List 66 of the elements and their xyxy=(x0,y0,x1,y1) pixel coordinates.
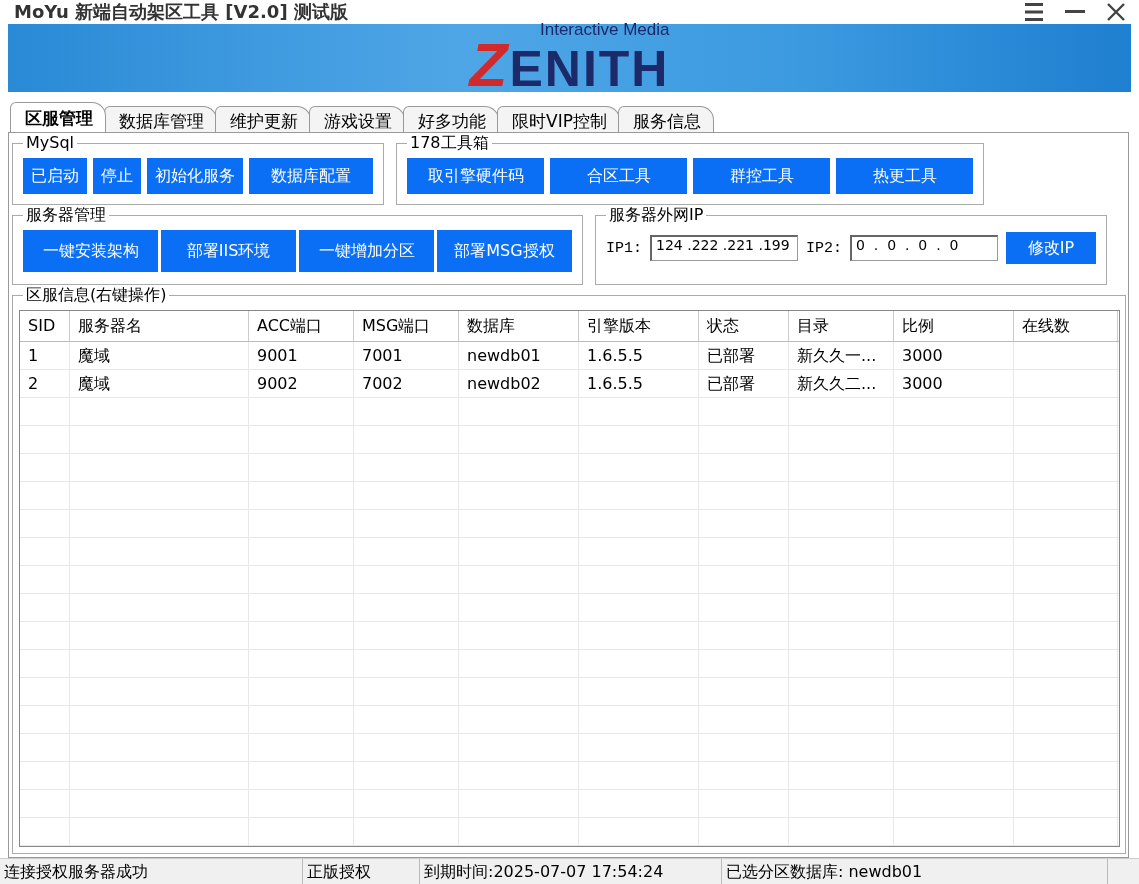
table-cell: 新久久一... xyxy=(789,342,894,369)
action-button[interactable]: 取引擎硬件码 xyxy=(407,158,544,194)
close-icon[interactable] xyxy=(1107,3,1125,21)
group-title: 服务器外网IP xyxy=(606,205,707,225)
group-title: 178工具箱 xyxy=(407,133,492,153)
action-button[interactable]: 已启动 xyxy=(23,158,87,194)
tab[interactable]: 维护更新 xyxy=(215,106,311,132)
table-cell: 魔域 xyxy=(70,370,249,397)
ip-label: IP1: xyxy=(606,239,642,257)
tab[interactable]: 限时VIP控制 xyxy=(497,106,620,132)
table-cell: newdb02 xyxy=(459,370,579,397)
column-header[interactable]: 数据库 xyxy=(459,311,579,341)
action-button[interactable]: 修改IP xyxy=(1006,232,1097,264)
action-button[interactable]: 合区工具 xyxy=(550,158,687,194)
menu-icon[interactable] xyxy=(1025,2,1043,22)
column-header[interactable]: 引擎版本 xyxy=(579,311,699,341)
ip-address-field[interactable]: 124 .222 .221 .199 xyxy=(650,235,798,261)
group-title: MySql xyxy=(23,133,78,153)
minimize-icon[interactable] xyxy=(1065,10,1085,14)
table-cell: 已部署 xyxy=(699,370,789,397)
table-cell: 1.6.5.5 xyxy=(579,370,699,397)
window-title: MoYu 新端自动架区工具 [V2.0] 测试版 xyxy=(14,0,349,24)
column-header[interactable]: MSG端口 xyxy=(354,311,459,341)
action-button[interactable]: 初始化服务 xyxy=(147,158,243,194)
table-cell: 7002 xyxy=(354,370,459,397)
group-title: 服务器管理 xyxy=(23,205,109,225)
column-header[interactable]: SID xyxy=(20,311,70,341)
table-cell: 2 xyxy=(20,370,70,397)
table-cell: 1.6.5.5 xyxy=(579,342,699,369)
table-cell: 新久久二... xyxy=(789,370,894,397)
table-cell: 魔域 xyxy=(70,342,249,369)
tab[interactable]: 数据库管理 xyxy=(104,106,217,132)
action-button[interactable]: 部署IIS环境 xyxy=(161,230,296,272)
column-header[interactable]: 状态 xyxy=(699,311,789,341)
status-text: 正版授权 xyxy=(303,859,420,884)
tab[interactable]: 区服管理 xyxy=(10,102,106,132)
action-button[interactable]: 群控工具 xyxy=(693,158,830,194)
action-button[interactable]: 一键安装架构 xyxy=(23,230,158,272)
group-title: 区服信息(右键操作) xyxy=(23,285,170,305)
table-cell: newdb01 xyxy=(459,342,579,369)
action-button[interactable]: 数据库配置 xyxy=(249,158,373,194)
status-text: 连接授权服务器成功 xyxy=(0,859,303,884)
action-button[interactable]: 部署MSG授权 xyxy=(437,230,572,272)
action-button[interactable]: 热更工具 xyxy=(836,158,973,194)
tab[interactable]: 好多功能 xyxy=(403,106,499,132)
status-text: 到期时间:2025-07-07 17:54:24 xyxy=(420,859,722,884)
action-button[interactable]: 一键增加分区 xyxy=(299,230,434,272)
column-header[interactable]: 在线数 xyxy=(1014,311,1118,341)
tab[interactable]: 服务信息 xyxy=(617,106,714,132)
column-header[interactable]: 服务器名 xyxy=(70,311,249,341)
table-cell: 3000 xyxy=(894,370,1014,397)
column-header[interactable]: 比例 xyxy=(894,311,1014,341)
ip-label: IP2: xyxy=(806,239,843,257)
column-header[interactable]: 目录 xyxy=(789,311,894,341)
table-cell: 已部署 xyxy=(699,342,789,369)
table-cell: 9002 xyxy=(249,370,354,397)
ip-address-field[interactable]: 0 . 0 . 0 . 0 xyxy=(850,235,999,261)
table-cell: 7001 xyxy=(354,342,459,369)
column-header[interactable]: ACC端口 xyxy=(249,311,354,341)
action-button[interactable]: 停止 xyxy=(93,158,141,194)
logo-tagline: Interactive Media xyxy=(540,20,670,38)
table-cell: 3000 xyxy=(894,342,1014,369)
table-cell: 9001 xyxy=(249,342,354,369)
tab[interactable]: 游戏设置 xyxy=(309,106,405,132)
status-text: 已选分区数据库: newdb01 xyxy=(722,859,1108,884)
table-cell: 1 xyxy=(20,342,70,369)
